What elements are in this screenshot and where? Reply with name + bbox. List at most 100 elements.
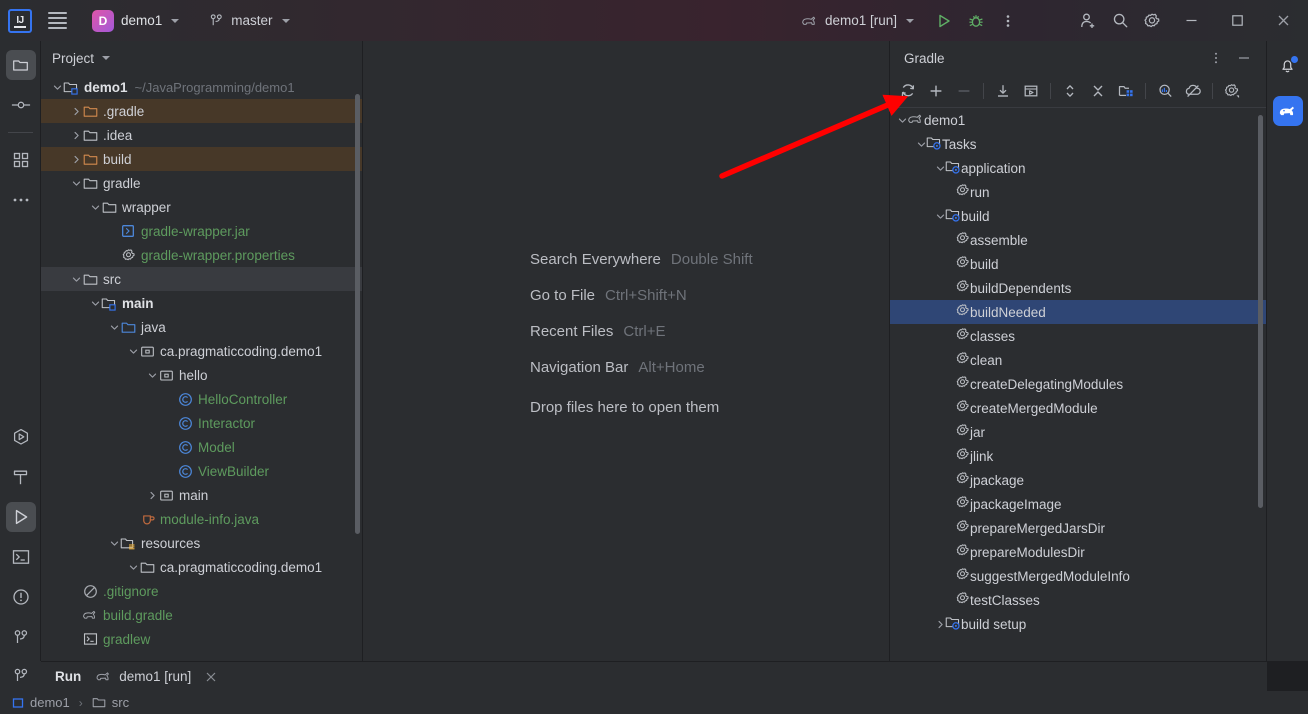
gradle-tree-row[interactable]: testClasses: [890, 588, 1266, 612]
sidebar-item-commit[interactable]: [0, 85, 41, 125]
chevron-down-icon[interactable]: [102, 56, 111, 60]
gradle-tree-row[interactable]: buildNeeded: [890, 300, 1266, 324]
chevron-down-icon[interactable]: [936, 161, 945, 176]
chevron-down-icon[interactable]: [89, 297, 101, 309]
project-tree-row[interactable]: module-info.java: [41, 507, 362, 531]
sidebar-item-project[interactable]: [0, 45, 41, 85]
project-tree-row[interactable]: hello: [41, 363, 362, 387]
breadcrumb-folder[interactable]: src: [92, 695, 129, 710]
chevron-right-icon[interactable]: [936, 617, 945, 632]
gradle-tree-row[interactable]: createDelegatingModules: [890, 372, 1266, 396]
link-gradle-project-button[interactable]: [922, 77, 950, 105]
sidebar-item-structure[interactable]: [0, 140, 41, 180]
show-modules-button[interactable]: [1112, 77, 1140, 105]
project-tree-row[interactable]: resources: [41, 531, 362, 555]
download-sources-button[interactable]: [989, 77, 1017, 105]
project-tree-row[interactable]: gradle-wrapper.properties: [41, 243, 362, 267]
chevron-down-icon[interactable]: [70, 273, 82, 285]
project-panel-header[interactable]: Project: [41, 41, 362, 75]
gradle-tree-row[interactable]: build: [890, 204, 1266, 228]
gradle-tree-row[interactable]: jlink: [890, 444, 1266, 468]
chevron-down-icon[interactable]: [108, 537, 120, 549]
chevron-right-icon[interactable]: [70, 105, 82, 117]
chevron-right-icon[interactable]: [70, 129, 82, 141]
project-tree-row[interactable]: .gitignore: [41, 579, 362, 603]
gradle-panel-hide-button[interactable]: [1230, 44, 1258, 72]
chevron-down-icon[interactable]: [89, 201, 101, 213]
sidebar-item-problems[interactable]: [0, 577, 41, 617]
project-tree-row[interactable]: .idea: [41, 123, 362, 147]
gradle-tree-row[interactable]: jar: [890, 420, 1266, 444]
project-tree-row[interactable]: gradlew: [41, 627, 362, 651]
chevron-down-icon[interactable]: [936, 209, 945, 224]
close-window-button[interactable]: [1260, 0, 1306, 41]
chevron-down-icon[interactable]: [51, 81, 63, 93]
more-actions-button[interactable]: [992, 5, 1024, 37]
chevron-down-icon[interactable]: [917, 137, 926, 152]
project-tree-row[interactable]: gradle: [41, 171, 362, 195]
run-button[interactable]: [928, 5, 960, 37]
chevron-down-icon[interactable]: [898, 113, 907, 128]
chevron-right-icon[interactable]: [146, 489, 158, 501]
project-tree-scrollbar[interactable]: [355, 94, 360, 534]
project-tree-row[interactable]: ca.pragmaticcoding.demo1: [41, 339, 362, 363]
project-tree-row[interactable]: gradle-wrapper.jar: [41, 219, 362, 243]
chevron-down-icon[interactable]: [70, 177, 82, 189]
project-file-tree[interactable]: demo1 ~/JavaProgramming/demo1 .gradle .idea…: [41, 75, 362, 661]
toggle-offline-mode-button[interactable]: [1179, 77, 1207, 105]
gradle-tree-row[interactable]: createMergedModule: [890, 396, 1266, 420]
project-tree-row[interactable]: build: [41, 147, 362, 171]
run-configuration-selector[interactable]: demo1 [run]: [793, 10, 922, 31]
gradle-tree-row[interactable]: Tasks: [890, 132, 1266, 156]
gradle-tree-row[interactable]: assemble: [890, 228, 1266, 252]
execute-gradle-task-button[interactable]: [1017, 77, 1045, 105]
add-user-button[interactable]: [1072, 5, 1104, 37]
gradle-settings-button[interactable]: [1218, 77, 1246, 105]
sidebar-item-more-tool-windows[interactable]: [0, 180, 41, 220]
gradle-panel-options-button[interactable]: [1202, 44, 1230, 72]
project-tree-row[interactable]: main: [41, 291, 362, 315]
gradle-tree-row[interactable]: jpackageImage: [890, 492, 1266, 516]
minimize-window-button[interactable]: [1168, 0, 1214, 41]
sidebar-item-terminal[interactable]: [0, 537, 41, 577]
gradle-task-tree[interactable]: demo1 Tasks application run build assemble bui…: [890, 108, 1266, 660]
project-selector[interactable]: D demo1: [88, 7, 186, 35]
profiler-button[interactable]: [1151, 77, 1179, 105]
sidebar-item-services[interactable]: [0, 417, 41, 457]
search-button[interactable]: [1104, 5, 1136, 37]
notifications-button[interactable]: [1267, 45, 1308, 89]
gradle-tree-row[interactable]: clean: [890, 348, 1266, 372]
project-tree-row[interactable]: ViewBuilder: [41, 459, 362, 483]
close-icon[interactable]: [205, 671, 217, 683]
project-tree-row[interactable]: Model: [41, 435, 362, 459]
gradle-tree-row[interactable]: prepareModulesDir: [890, 540, 1266, 564]
gradle-tree-row[interactable]: classes: [890, 324, 1266, 348]
chevron-down-icon[interactable]: [108, 321, 120, 333]
editor-area[interactable]: Search Everywhere Double Shift Go to File C…: [363, 41, 890, 661]
project-tree-row[interactable]: ca.pragmaticcoding.demo1: [41, 555, 362, 579]
run-tab[interactable]: demo1 [run]: [95, 669, 217, 684]
project-tree-row[interactable]: demo1 ~/JavaProgramming/demo1: [41, 75, 362, 99]
sidebar-item-gradle[interactable]: [1267, 89, 1308, 133]
gradle-tree-row[interactable]: build: [890, 252, 1266, 276]
intellij-logo-icon[interactable]: IJ: [8, 8, 32, 33]
branch-selector[interactable]: master: [202, 10, 296, 31]
chevron-down-icon[interactable]: [146, 369, 158, 381]
gradle-tree-row[interactable]: buildDependents: [890, 276, 1266, 300]
gradle-tree-row[interactable]: suggestMergedModuleInfo: [890, 564, 1266, 588]
sidebar-item-run[interactable]: [0, 497, 41, 537]
breadcrumb-module[interactable]: demo1: [12, 695, 70, 710]
settings-button[interactable]: [1136, 5, 1168, 37]
project-tree-row[interactable]: .gradle: [41, 99, 362, 123]
project-tree-row[interactable]: wrapper: [41, 195, 362, 219]
collapse-all-button[interactable]: [1084, 77, 1112, 105]
chevron-right-icon[interactable]: [70, 153, 82, 165]
chevron-down-icon[interactable]: [127, 345, 139, 357]
gradle-tree-scrollbar[interactable]: [1258, 115, 1263, 508]
expand-collapse-button[interactable]: [1056, 77, 1084, 105]
gradle-tree-row[interactable]: application: [890, 156, 1266, 180]
main-menu-button[interactable]: [40, 4, 74, 38]
sidebar-item-version-control[interactable]: [0, 617, 41, 657]
project-tree-row[interactable]: src: [41, 267, 362, 291]
project-tree-row[interactable]: java: [41, 315, 362, 339]
